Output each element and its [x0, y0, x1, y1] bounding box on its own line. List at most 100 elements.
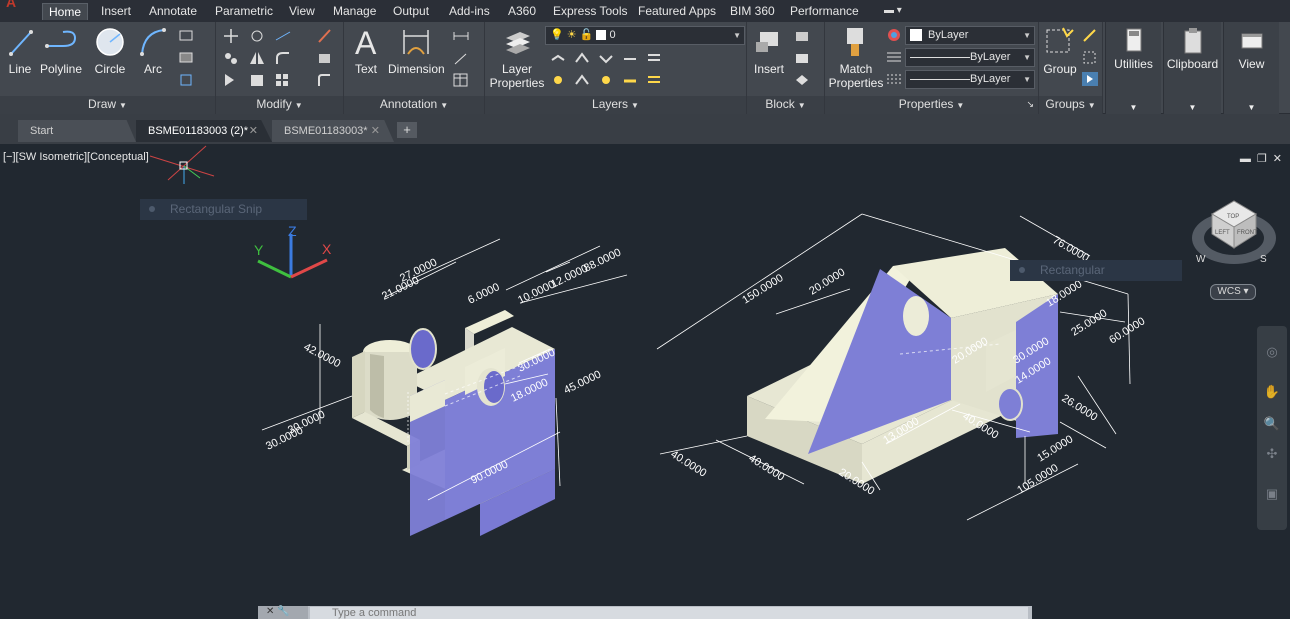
application-menu-button[interactable]: A — [0, 0, 36, 22]
close-icon[interactable]: ✕ — [1273, 153, 1282, 165]
file-tab-start[interactable]: Start — [18, 120, 136, 142]
move-icon[interactable] — [222, 28, 240, 44]
dimension-button[interactable]: Dimension — [388, 24, 445, 94]
create-block-icon[interactable] — [793, 28, 811, 44]
pan-icon[interactable]: ✋ — [1263, 384, 1281, 402]
rectangle-icon[interactable] — [178, 28, 196, 44]
stretch-icon[interactable] — [222, 72, 240, 88]
file-tab-bsme01183003[interactable]: BSME01183003* ✕ — [272, 120, 394, 142]
layer-tool-1-icon[interactable] — [549, 50, 567, 66]
circle-button[interactable]: Circle — [90, 24, 130, 94]
layer-tool-9-icon[interactable] — [621, 72, 639, 88]
layer-dropdown[interactable]: 💡 ☀ 🔓 0 ▼ — [545, 26, 745, 45]
tab-output[interactable]: Output — [387, 3, 435, 20]
drawing-viewport[interactable]: Z Y X 27.0000 21.0000 6.0000 10.0000 12.… — [0, 144, 1290, 619]
linetype-icon[interactable] — [885, 49, 903, 65]
scale-icon[interactable] — [248, 72, 266, 88]
new-tab-button[interactable]: + — [397, 122, 417, 138]
tab-featured-apps[interactable]: Featured Apps — [632, 3, 722, 20]
hatch-icon[interactable] — [178, 50, 196, 66]
layers-panel-title[interactable]: Layers ▼ — [485, 96, 746, 114]
layer-tool-7-icon[interactable] — [573, 72, 591, 88]
properties-panel-title[interactable]: Properties ▼ ↘ — [825, 96, 1038, 114]
ribbon-display-toggle-icon[interactable]: ▬ ▾ — [884, 3, 910, 19]
viewport-controls-label[interactable]: [−][SW Isometric][Conceptual] — [3, 151, 149, 163]
tab-add-ins[interactable]: Add-ins — [443, 3, 496, 20]
clipboard-panel[interactable]: Clipboard ▼ — [1163, 22, 1221, 114]
table-icon[interactable] — [452, 72, 470, 88]
annotation-panel-title[interactable]: Annotation ▼ — [344, 96, 484, 114]
tab-insert[interactable]: Insert — [95, 3, 137, 20]
file-tab-bsme01183003-2[interactable]: BSME01183003 (2)* ✕ — [136, 120, 272, 142]
tab-a360[interactable]: A360 — [502, 3, 542, 20]
layer-tool-2-icon[interactable] — [573, 50, 591, 66]
tab-parametric[interactable]: Parametric — [209, 3, 279, 20]
right-bracket-model[interactable] — [747, 248, 1058, 484]
layer-properties-button[interactable]: Layer Properties — [489, 24, 545, 94]
restore-icon[interactable]: ❐ — [1257, 153, 1267, 165]
lineweight-icon[interactable] — [885, 71, 903, 87]
utilities-panel[interactable]: Utilities ▼ — [1105, 22, 1161, 114]
text-button[interactable]: A Text — [350, 24, 382, 94]
tab-view[interactable]: View — [283, 3, 321, 20]
tab-express-tools[interactable]: Express Tools — [547, 3, 633, 20]
color-dropdown[interactable]: ByLayer ▼ — [905, 26, 1035, 45]
group-button[interactable]: Group — [1041, 24, 1079, 94]
tab-bim-360[interactable]: BIM 360 — [724, 3, 781, 20]
viewcube-left-label[interactable]: LEFT — [1215, 230, 1230, 236]
close-tab-icon[interactable]: ✕ — [249, 120, 258, 142]
arc-button[interactable]: Arc — [136, 24, 170, 94]
group-edit-icon[interactable] — [1081, 49, 1099, 65]
explode-icon[interactable] — [316, 50, 334, 66]
group-select-icon[interactable] — [1081, 71, 1099, 87]
customize-command-icon[interactable]: 🔧 — [277, 606, 289, 617]
insert-block-button[interactable]: Insert — [749, 24, 789, 94]
wcs-menu[interactable]: WCS ▾ — [1210, 284, 1256, 300]
draw-panel-title[interactable]: Draw ▼ — [0, 96, 215, 114]
ungroup-icon[interactable] — [1081, 27, 1099, 43]
left-bracket-model[interactable] — [352, 310, 555, 536]
block-panel-title[interactable]: Block ▼ — [747, 96, 824, 114]
rotate-icon[interactable] — [248, 28, 266, 44]
viewcube[interactable]: TOP LEFT FRONT W S — [1192, 200, 1276, 265]
block-attribute-icon[interactable] — [793, 72, 811, 88]
zoom-icon[interactable]: 🔍 — [1263, 416, 1281, 434]
layer-tool-3-icon[interactable] — [597, 50, 615, 66]
tab-annotate[interactable]: Annotate — [143, 3, 203, 20]
close-tab-icon[interactable]: ✕ — [371, 120, 380, 142]
layer-tool-5-icon[interactable] — [645, 50, 663, 66]
polyline-button[interactable]: Polyline — [38, 24, 84, 94]
tab-performance[interactable]: Performance — [784, 3, 865, 20]
leader-icon[interactable] — [452, 50, 470, 66]
layer-tool-8-icon[interactable] — [597, 72, 615, 88]
viewcube-s-label[interactable]: S — [1260, 254, 1267, 265]
close-command-icon[interactable]: ✕ — [266, 606, 274, 617]
layer-tool-4-icon[interactable] — [621, 50, 639, 66]
layer-tool-6-icon[interactable] — [549, 72, 567, 88]
fillet-icon[interactable] — [274, 50, 292, 66]
tab-home[interactable]: Home — [42, 3, 89, 20]
viewcube-w-label[interactable]: W — [1196, 254, 1206, 265]
linetype-dropdown[interactable]: ByLayer ▼ — [905, 48, 1035, 67]
trim-icon[interactable] — [274, 28, 292, 44]
array-icon[interactable] — [274, 72, 292, 88]
minimize-icon[interactable]: ▬ — [1240, 153, 1251, 165]
edit-block-icon[interactable] — [793, 50, 811, 66]
match-properties-button[interactable]: Match Properties — [827, 24, 885, 94]
color-wheel-icon[interactable] — [885, 27, 903, 43]
line-button[interactable]: Line — [4, 24, 36, 94]
orbit-icon[interactable]: ✣ — [1263, 446, 1281, 464]
command-input[interactable]: Type a command — [310, 607, 1028, 619]
steering-wheel-icon[interactable]: ◎ — [1263, 344, 1281, 362]
offset-icon[interactable] — [316, 72, 334, 88]
viewcube-top-label[interactable]: TOP — [1227, 214, 1239, 220]
properties-launcher-icon[interactable]: ↘ — [1026, 96, 1034, 113]
erase-icon[interactable] — [316, 28, 334, 44]
view-panel[interactable]: View ▼ — [1223, 22, 1279, 114]
tab-manage[interactable]: Manage — [327, 3, 382, 20]
modify-panel-title[interactable]: Modify ▼ — [216, 96, 343, 114]
boundary-icon[interactable] — [178, 72, 196, 88]
groups-panel-title[interactable]: Groups ▼ — [1039, 96, 1102, 114]
viewcube-front-label[interactable]: FRONT — [1237, 230, 1258, 236]
copy-icon[interactable] — [222, 50, 240, 66]
